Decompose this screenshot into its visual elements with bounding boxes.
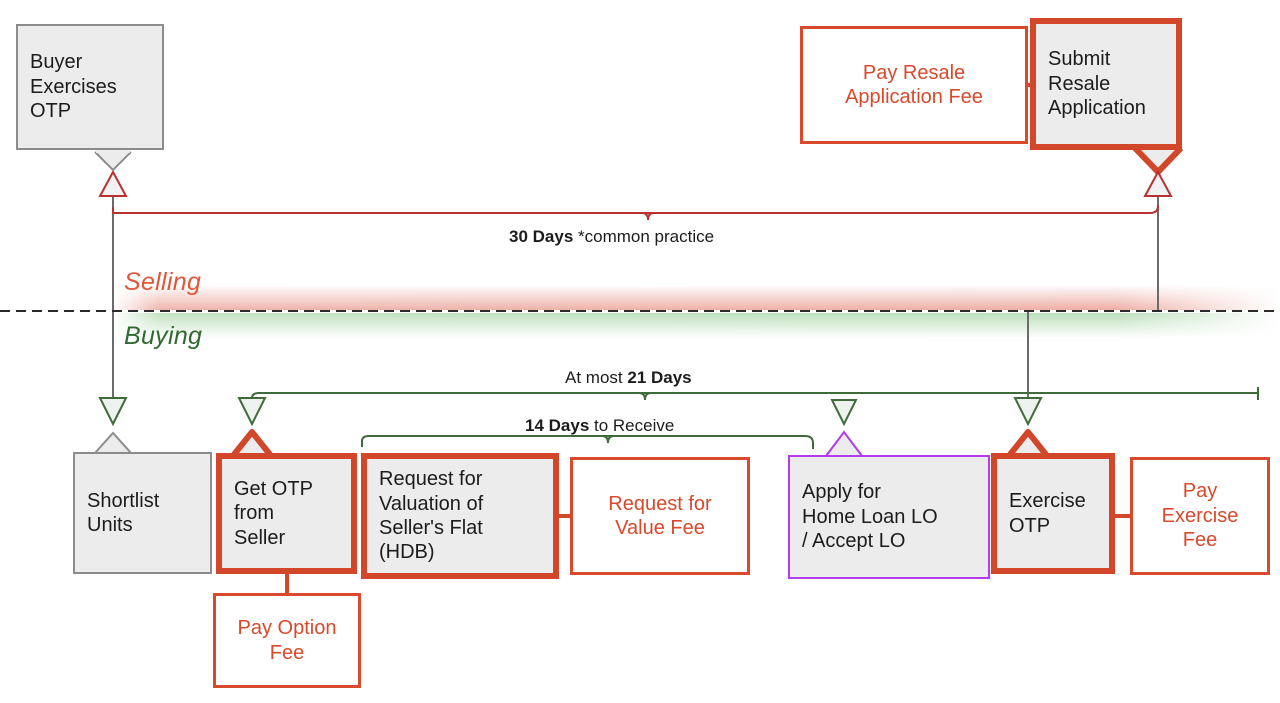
- node-label-buyer-exercises-otp: Buyer Exercises OTP: [30, 51, 117, 123]
- node-label-request-for-value-fee: Request for Value Fee: [608, 492, 712, 539]
- timeline-30-days-bold: 30 Days: [509, 227, 574, 246]
- buying-timeline-21-brace-tick: [638, 392, 652, 401]
- callout-tail-submit-resale-application: [1132, 145, 1184, 175]
- node-label-request-for-valuation: Request for Valuation of Seller's Flat (…: [379, 468, 484, 564]
- node-pay-option-fee[interactable]: Pay Option Fee: [213, 593, 361, 688]
- node-buyer-exercises-otp[interactable]: Buyer Exercises OTP: [16, 24, 164, 150]
- marker-down-get-otp-from-seller: [237, 397, 267, 427]
- marker-down-apply-for-home-loan: [830, 399, 858, 427]
- timeline-30-days-rest: *common practice: [573, 227, 715, 246]
- selling-timeline-left: [112, 207, 649, 214]
- callout-tail-apply-for-home-loan: [825, 430, 863, 457]
- node-request-for-valuation[interactable]: Request for Valuation of Seller's Flat (…: [361, 453, 559, 579]
- node-label-shortlist-units: Shortlist Units: [87, 489, 160, 536]
- timeline-21-days-bold: 21 Days: [627, 368, 692, 387]
- marker-down-shortlist-units: [98, 397, 128, 427]
- node-pay-resale-application-fee[interactable]: Pay Resale Application Fee: [800, 26, 1028, 144]
- callout-tail-shortlist-units: [94, 431, 132, 454]
- timeline-label-14-days: 14 Days to Receive: [525, 416, 674, 436]
- callout-tail-buyer-exercises-otp: [94, 151, 132, 172]
- node-label-submit-resale-application: Submit Resale Application: [1048, 48, 1146, 120]
- marker-down-exercise-otp: [1013, 397, 1043, 427]
- node-get-otp-from-seller[interactable]: Get OTP from Seller: [216, 453, 357, 574]
- band-label-selling: Selling: [124, 268, 202, 296]
- node-submit-resale-application[interactable]: Submit Resale Application: [1030, 18, 1182, 150]
- node-pay-exercise-fee[interactable]: Pay Exercise Fee: [1130, 457, 1270, 575]
- timeline-label-21-days: At most 21 Days: [565, 368, 692, 388]
- buying-timeline-21-left: [251, 392, 645, 403]
- node-label-pay-resale-application-fee: Pay Resale Application Fee: [845, 61, 983, 108]
- buying-timeline-14-left: [361, 435, 608, 447]
- selling-timeline-right: [647, 205, 1159, 214]
- buying-timeline-14-right: [608, 435, 814, 449]
- timeline-14-days-rest: to Receive: [589, 416, 675, 435]
- buying-timeline-14-brace-tick: [601, 435, 615, 444]
- node-shortlist-units[interactable]: Shortlist Units: [73, 452, 212, 574]
- band-label-buying: Buying: [124, 322, 203, 350]
- marker-up-buyer-exercises-otp: [98, 169, 128, 197]
- timeline-21-days-prefix: At most: [565, 368, 628, 387]
- marker-up-submit-resale-application: [1143, 169, 1173, 197]
- node-label-pay-option-fee: Pay Option Fee: [237, 617, 337, 664]
- node-label-apply-for-home-loan: Apply for Home Loan LO / Accept LO: [802, 481, 938, 553]
- node-request-for-value-fee[interactable]: Request for Value Fee: [570, 457, 750, 575]
- timeline-label-30-days: 30 Days *common practice: [509, 227, 714, 247]
- selling-timeline-brace-tick: [641, 212, 655, 221]
- buying-timeline-21-right: [645, 387, 1259, 400]
- node-exercise-otp[interactable]: Exercise OTP: [991, 453, 1115, 574]
- node-label-pay-exercise-fee: Pay Exercise Fee: [1161, 480, 1239, 552]
- node-label-get-otp-from-seller: Get OTP from Seller: [234, 477, 313, 549]
- node-label-exercise-otp: Exercise OTP: [1009, 490, 1086, 537]
- diagram-canvas: Buyer Exercises OTP Pay Resale Applicati…: [0, 0, 1280, 703]
- node-apply-for-home-loan[interactable]: Apply for Home Loan LO / Accept LO: [788, 455, 990, 579]
- timeline-14-days-bold: 14 Days: [525, 416, 590, 435]
